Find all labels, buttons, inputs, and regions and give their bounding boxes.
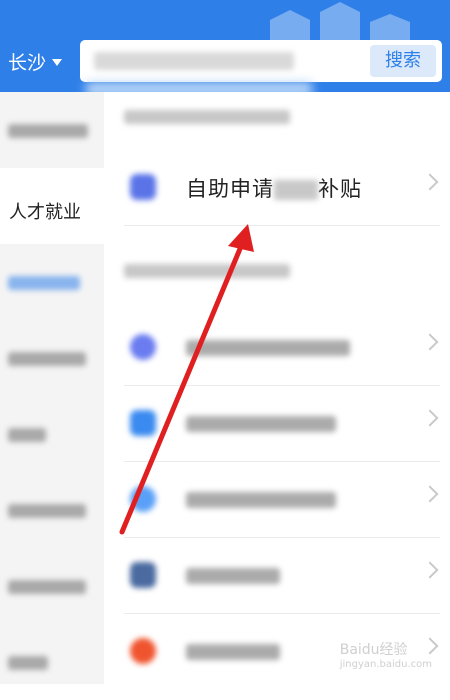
sidebar-item-label-redacted [8, 352, 86, 366]
chevron-right-icon [421, 561, 439, 579]
list-item[interactable] [124, 310, 450, 386]
city-selector[interactable]: 长沙 [8, 48, 63, 75]
service-icon [130, 562, 156, 588]
sidebar-item-4[interactable] [0, 320, 104, 396]
list-item[interactable] [124, 462, 450, 538]
watermark-line1: Baidu经验 [339, 642, 408, 658]
service-icon [130, 410, 156, 436]
list-item-label-redacted [186, 416, 336, 432]
redacted-text [274, 180, 318, 200]
sidebar-item-6[interactable] [0, 472, 104, 548]
chevron-right-icon [421, 485, 439, 503]
list-item-label-redacted [186, 568, 280, 584]
sidebar-item-3[interactable] [0, 244, 104, 320]
chevron-right-icon [421, 333, 439, 351]
sidebar-item-label-redacted [8, 276, 80, 290]
chevron-right-icon [421, 409, 439, 427]
sidebar-item-label-redacted [8, 656, 48, 670]
list-item-self-apply-subsidy[interactable]: 自助申请 补贴 [124, 150, 450, 226]
service-icon [130, 334, 156, 360]
service-icon [130, 486, 156, 512]
sidebar-item-label-redacted [8, 428, 46, 442]
list-item[interactable] [124, 386, 450, 462]
sidebar-item-8[interactable] [0, 624, 104, 700]
category-sidebar: 人才就业 [0, 92, 104, 684]
list-item-label-redacted [186, 644, 280, 660]
service-icon [130, 638, 156, 664]
sidebar-item-talent-employment[interactable]: 人才就业 [0, 168, 104, 244]
divider [124, 225, 440, 226]
chevron-right-icon [421, 173, 439, 191]
sidebar-item-label-redacted [8, 580, 86, 594]
city-label: 长沙 [8, 52, 47, 74]
sidebar-item-7[interactable] [0, 548, 104, 624]
sidebar-item-1[interactable] [0, 92, 104, 168]
watermark-line2: jingyan.baidu.com [339, 659, 432, 670]
chevron-down-icon [52, 59, 63, 66]
service-list: 自助申请 补贴 [104, 92, 450, 684]
search-placeholder-redacted [94, 52, 294, 70]
search-bar[interactable]: 搜索 [80, 40, 442, 82]
sidebar-item-5[interactable] [0, 396, 104, 472]
list-item-label: 自助申请 补贴 [186, 177, 362, 201]
skyline-decoration-icon [270, 2, 410, 40]
section-title-redacted [124, 264, 290, 278]
section-title-redacted [124, 110, 290, 124]
sidebar-item-label-redacted [8, 124, 88, 138]
search-button[interactable]: 搜索 [370, 45, 436, 77]
service-icon [130, 174, 156, 200]
list-item[interactable] [124, 538, 450, 614]
sidebar-item-label: 人才就业 [9, 202, 81, 223]
watermark: Baidu经验 jingyan.baidu.com [340, 639, 432, 670]
list-item-label-redacted [186, 492, 336, 508]
top-header: 长沙 搜索 [0, 0, 450, 92]
sidebar-item-label-redacted [8, 504, 86, 518]
list-item-label-redacted [186, 340, 350, 356]
